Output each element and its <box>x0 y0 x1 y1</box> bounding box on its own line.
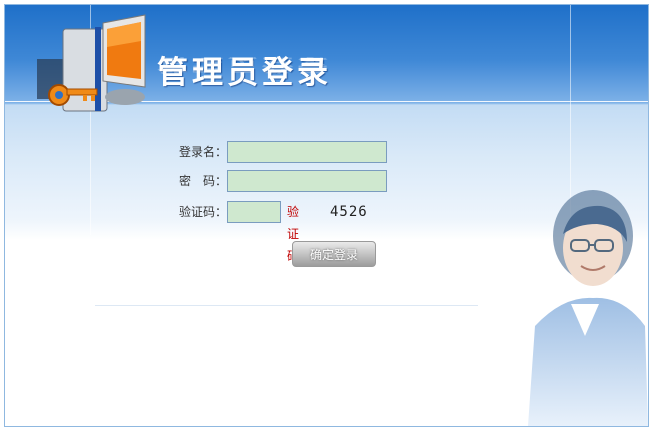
login-button[interactable]: 确定登录 <box>292 241 376 267</box>
login-panel: 管理员登录 管理员登录 登录名： 密 码： 验证码： 验证码 4526 确定登录 <box>4 4 649 427</box>
captcha-input[interactable] <box>227 201 281 223</box>
captcha-label: 验证码： <box>178 205 227 219</box>
person-illustration <box>528 190 648 426</box>
key-computer-icon <box>37 14 146 112</box>
username-label: 登录名： <box>178 145 227 159</box>
password-input[interactable] <box>227 170 387 192</box>
password-label: 密 码： <box>178 174 227 188</box>
page-title-reflection: 管理员登录 <box>157 54 332 75</box>
form-divider <box>95 305 478 306</box>
captcha-code: 4526 <box>330 204 368 220</box>
username-input[interactable] <box>227 141 387 163</box>
